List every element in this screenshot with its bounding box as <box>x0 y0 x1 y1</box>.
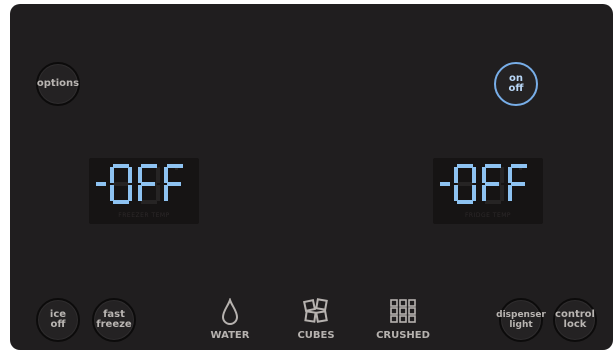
freezer-temp-label: FREEZER TEMP <box>118 212 170 219</box>
cubes-dispense-button[interactable]: CUBES <box>281 296 351 346</box>
control-lock-button[interactable]: control lock <box>553 298 597 342</box>
ice-off-button-label: ice off <box>49 309 67 330</box>
water-drop-icon <box>221 298 239 325</box>
control-lock-button-label: control lock <box>555 309 595 330</box>
crushed-ice-icon <box>390 299 416 323</box>
fridge-temp-display: FRIDGE TEMP <box>433 158 543 224</box>
water-dispense-button[interactable]: WATER <box>195 296 265 346</box>
options-button[interactable]: options <box>36 62 80 106</box>
cubes-label: CUBES <box>297 330 335 341</box>
dispenser-light-button[interactable]: dispenser light <box>496 298 546 342</box>
fridge-temp-label: FRIDGE TEMP <box>464 212 512 219</box>
water-label: WATER <box>210 330 250 341</box>
freezer-temp-display: FREEZER TEMP <box>89 158 199 224</box>
ice-off-button[interactable]: ice off <box>36 298 80 342</box>
power-button[interactable]: on off <box>494 62 538 106</box>
crushed-label: CRUSHED <box>376 330 430 341</box>
fast-freeze-button-label: fast freeze <box>96 309 132 330</box>
power-button-label: on off <box>508 73 524 94</box>
crushed-dispense-button[interactable]: CRUSHED <box>368 296 438 346</box>
ice-cubes-icon <box>303 298 328 323</box>
options-button-label: options <box>36 78 80 89</box>
dispenser-light-button-label: dispenser light <box>496 310 546 330</box>
fast-freeze-button[interactable]: fast freeze <box>92 298 136 342</box>
